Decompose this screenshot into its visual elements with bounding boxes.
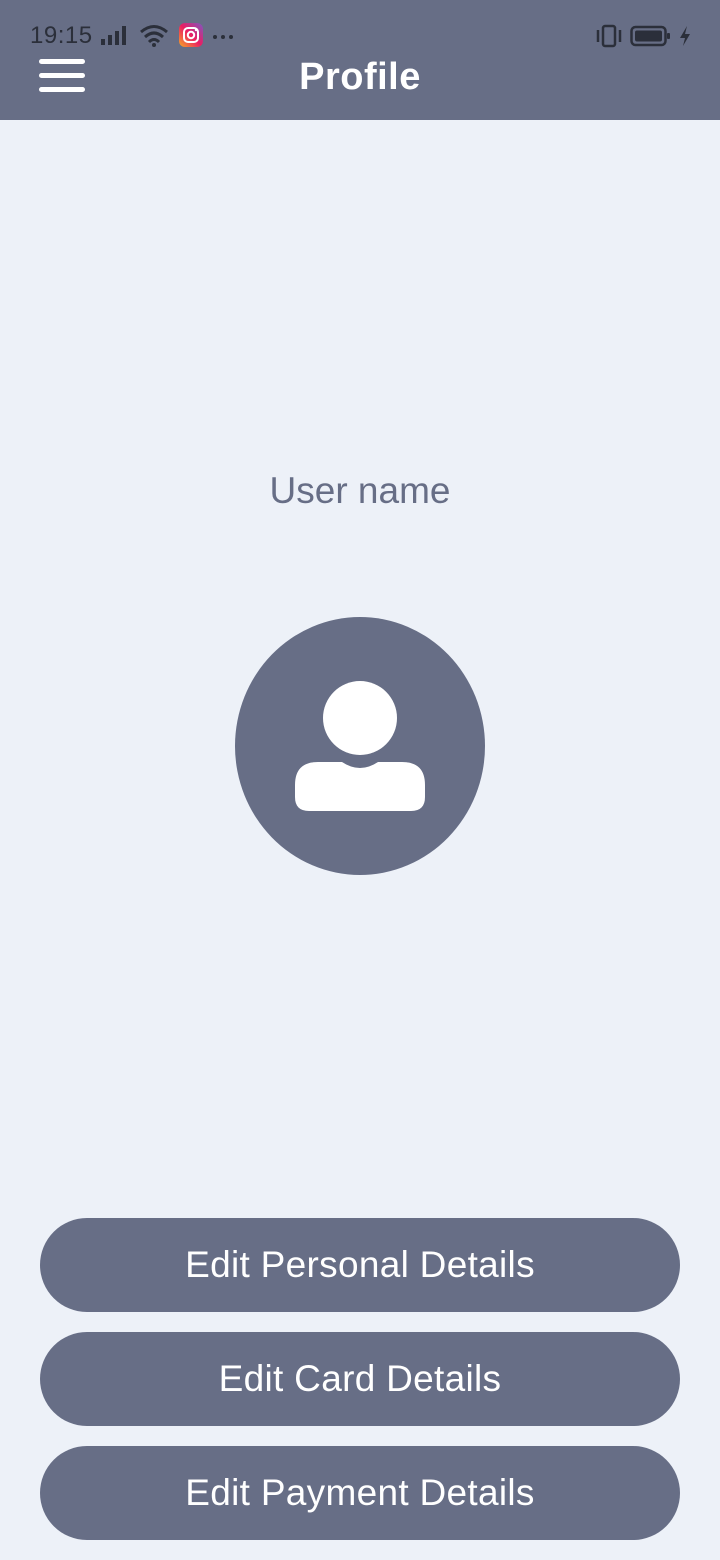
username-label: User name [269,470,451,511]
instagram-icon [178,22,204,53]
status-left-icons [100,22,234,53]
status-right-icons [594,24,692,53]
wifi-icon [138,22,170,53]
profile-screen: 19:15 Profile User name Edit Personal De… [0,0,720,1560]
charging-icon [678,24,692,53]
avatar[interactable] [235,617,485,875]
page-title: Profile [299,56,421,98]
user-avatar-icon [295,681,425,811]
battery-icon [630,24,672,53]
edit-payment-details-button[interactable]: Edit Payment Details [40,1446,680,1540]
app-bar: 19:15 Profile [0,0,720,120]
vibrate-icon [594,24,624,53]
signal-icon [100,23,130,52]
status-time: 19:15 [30,22,93,49]
edit-card-details-button[interactable]: Edit Card Details [40,1332,680,1426]
more-notifications-icon [212,29,234,47]
edit-personal-details-button[interactable]: Edit Personal Details [40,1218,680,1312]
